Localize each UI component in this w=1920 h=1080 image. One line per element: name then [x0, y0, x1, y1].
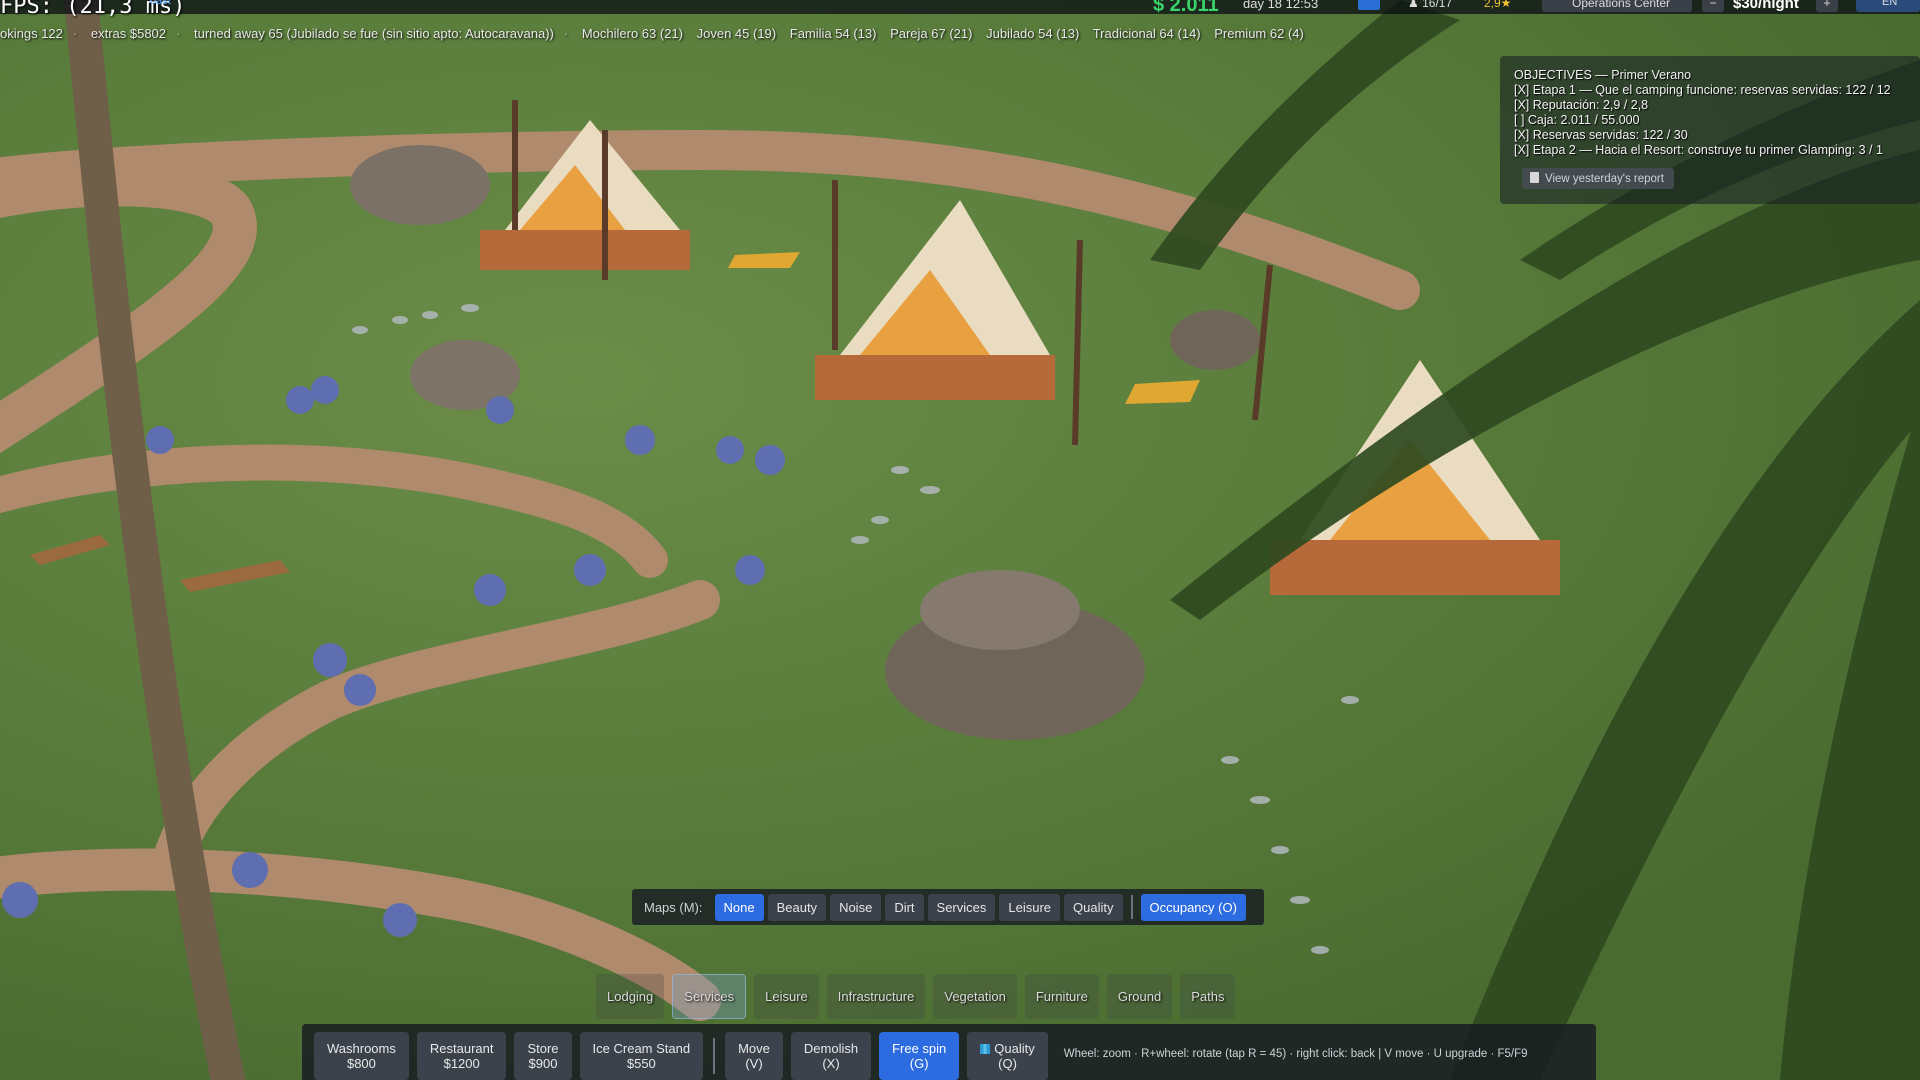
build-store-button[interactable]: Store $900 [514, 1032, 572, 1080]
stat-segment: Tradicional 64 (14) [1092, 26, 1201, 41]
quality-map-icon [980, 1044, 991, 1054]
stat-segment: Joven 45 (19) [696, 26, 777, 41]
tab-paths[interactable]: Paths [1180, 974, 1236, 1019]
stat-bookings: okings 122 [0, 26, 63, 41]
maps-bar: Maps (M): None Beauty Noise Dirt Service… [632, 889, 1264, 925]
document-icon [1530, 172, 1539, 183]
build-item-price: $550 [626, 1056, 656, 1071]
stat-extras: extras $5802 [90, 26, 167, 41]
build-item-name: Ice Cream Stand [592, 1041, 691, 1056]
language-button[interactable]: EN [1856, 0, 1920, 12]
build-item-price: $1200 [443, 1056, 480, 1071]
plot-marker [1125, 380, 1200, 404]
build-item-name: Store [527, 1041, 559, 1056]
build-washrooms-button[interactable]: Washrooms $800 [314, 1032, 409, 1080]
tab-ground[interactable]: Ground [1106, 974, 1173, 1019]
objective-line: [X] Reputación: 2,9 / 2,8 [1514, 98, 1649, 112]
objectives-title: OBJECTIVES — Primer Verano [1514, 68, 1692, 82]
map-quality-button[interactable]: Quality [1064, 893, 1123, 921]
tool-key: (X) [822, 1056, 840, 1071]
map-services-button[interactable]: Services [927, 893, 996, 921]
objectives-panel: OBJECTIVES — Primer Verano [X] Etapa 1 —… [1500, 56, 1920, 204]
build-restaurant-button[interactable]: Restaurant $1200 [416, 1032, 507, 1080]
build-item-price: $900 [528, 1056, 558, 1071]
build-bar: Washrooms $800 Restaurant $1200 Store $9… [302, 1024, 1596, 1080]
objective-line: [X] Etapa 1 — Que el camping funcione: r… [1514, 83, 1891, 97]
tab-lodging[interactable]: Lodging [596, 974, 665, 1019]
price-increase-button[interactable]: + [1816, 0, 1838, 12]
plot-marker [728, 252, 800, 268]
tool-key: (Q) [998, 1056, 1017, 1071]
tool-name: Demolish [803, 1041, 859, 1056]
controls-hint: Wheel: zoom · R+wheel: rotate (tap R = 4… [1063, 1048, 1528, 1060]
view-report-label: View yesterday's report [1545, 173, 1664, 185]
build-item-name: Washrooms [327, 1041, 396, 1056]
move-tool-button[interactable]: Move (V) [725, 1032, 783, 1080]
objective-line: [X] Etapa 2 — Hacia el Resort: construye… [1514, 143, 1883, 157]
free-spin-tool-button[interactable]: Free spin (G) [879, 1032, 960, 1080]
map-dirt-button[interactable]: Dirt [885, 893, 924, 921]
tab-infrastructure[interactable]: Infrastructure [826, 974, 926, 1019]
stat-segment: Premium 62 (4) [1214, 26, 1304, 41]
stat-segment: Pareja 67 (21) [890, 26, 973, 41]
stat-segment: Familia 54 (13) [789, 26, 877, 41]
tool-name: Quality [994, 1041, 1035, 1056]
person-icon: ♟ [1408, 0, 1423, 10]
night-price: $30/night [1733, 0, 1799, 12]
view-report-button[interactable]: View yesterday's report [1522, 168, 1674, 189]
stats-bar: okings 122 · extras $5802 · turned away 65… [0, 26, 1304, 41]
objective-line: [ ] Caja: 2.011 / 55.000 [1514, 113, 1640, 127]
price-decrease-button[interactable]: − [1702, 0, 1724, 12]
map-noise-button[interactable]: Noise [830, 893, 882, 921]
quality-tool-button[interactable]: Quality (Q) [967, 1032, 1048, 1080]
operations-center-label: Operations Center [1572, 0, 1671, 10]
maps-label: Maps (M): [644, 899, 703, 915]
tool-name: Move [738, 1041, 770, 1056]
build-ice-cream-stand-button[interactable]: Ice Cream Stand $550 [579, 1032, 704, 1080]
rating-display: 2,9★ [1484, 0, 1512, 10]
stat-segment: Mochilero 63 (21) [581, 26, 683, 41]
tab-furniture[interactable]: Furniture [1024, 974, 1099, 1019]
tab-services[interactable]: Services [672, 974, 747, 1019]
stat-turned-away: turned away 65 (Jubilado se fue (sin sit… [194, 26, 554, 41]
guest-count-value: 16/17 [1422, 0, 1453, 10]
tool-name-row: Quality [980, 1041, 1035, 1056]
tab-leisure[interactable]: Leisure [754, 974, 819, 1019]
operations-center-button[interactable]: Operations Center [1542, 0, 1692, 12]
money-display: $ 2.011 [1153, 0, 1219, 16]
tool-name: Free spin [892, 1041, 947, 1056]
map-none-button[interactable]: None [714, 893, 764, 921]
tab-vegetation[interactable]: Vegetation [933, 974, 1017, 1019]
stat-segment: Jubilado 54 (13) [986, 26, 1080, 41]
build-category-tabs: Lodging Services Leisure Infrastructure … [596, 974, 1236, 1019]
maps-divider [1130, 895, 1133, 919]
glamping-tent[interactable] [815, 200, 1055, 400]
map-leisure-button[interactable]: Leisure [999, 893, 1061, 921]
map-beauty-button[interactable]: Beauty [767, 893, 827, 921]
occupancy-button[interactable]: Occupancy (O) [1140, 893, 1246, 921]
tool-key: (G) [909, 1056, 929, 1071]
toast-link[interactable]: oast [150, 0, 171, 7]
guest-count: ♟ 16/17 [1408, 0, 1452, 10]
demolish-tool-button[interactable]: Demolish (X) [790, 1032, 872, 1080]
build-divider [713, 1038, 716, 1074]
objective-line: [X] Reservas servidas: 122 / 30 [1514, 128, 1688, 142]
build-item-name: Restaurant [429, 1041, 494, 1056]
language-label: EN [1882, 0, 1898, 8]
day-clock: day 18 12:53 [1243, 0, 1319, 11]
speed-toggle-icon[interactable] [1358, 0, 1380, 10]
build-item-price: $800 [346, 1056, 376, 1071]
tool-key: (V) [745, 1056, 763, 1071]
